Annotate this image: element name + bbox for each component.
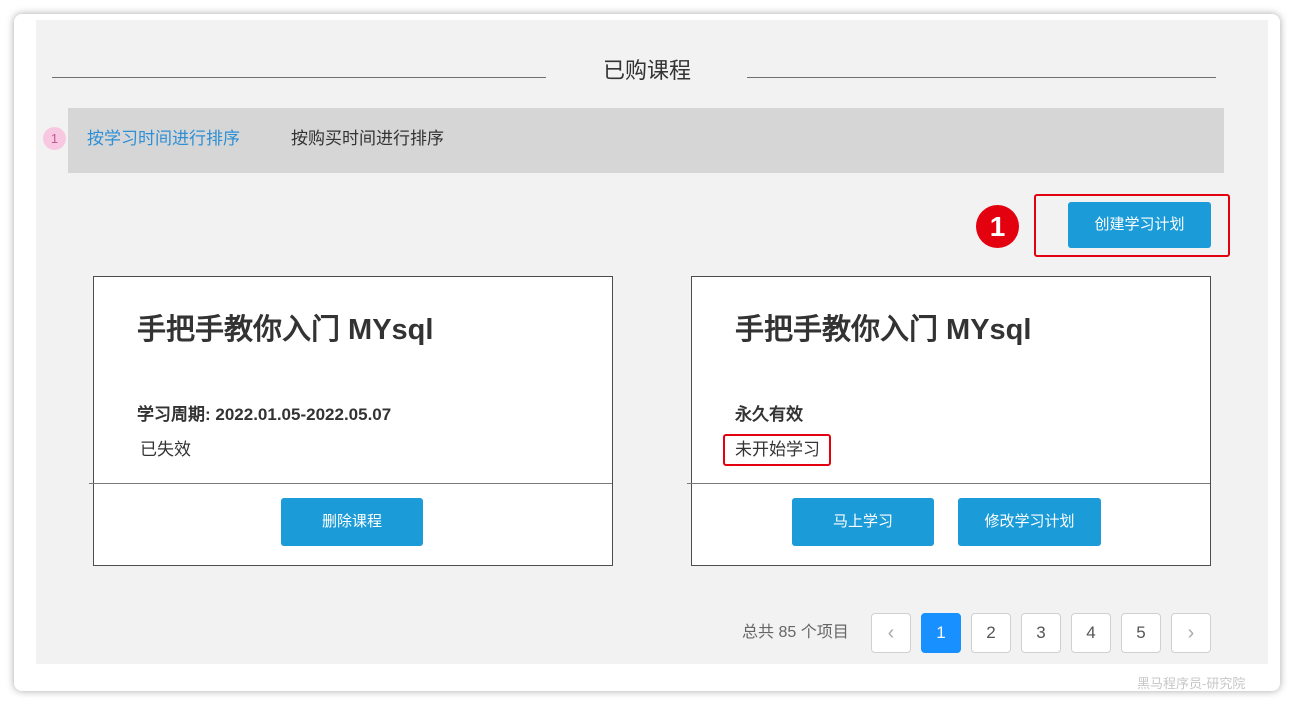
course-title: 手把手教你入门 MYsql — [137, 314, 434, 346]
course-title: 手把手教你入门 MYsql — [735, 314, 1032, 346]
sort-by-study-time[interactable]: 按学习时间进行排序 — [87, 128, 240, 150]
step-marker: 1 — [976, 205, 1019, 248]
page-title: 已购课程 — [602, 58, 691, 83]
course-period: 永久有效 — [735, 405, 803, 424]
edit-study-plan-button[interactable]: 修改学习计划 — [958, 498, 1101, 546]
title-divider-left — [52, 77, 546, 78]
sort-badge: 1 — [43, 127, 66, 150]
page-button-2[interactable]: 2 — [971, 613, 1011, 653]
next-page-icon[interactable]: › — [1171, 613, 1211, 653]
course-period: 学习周期: 2022.01.05-2022.05.07 — [137, 405, 392, 424]
card-divider — [687, 483, 1210, 484]
sort-by-purchase-time[interactable]: 按购买时间进行排序 — [291, 128, 444, 150]
watermark: 黑马程序员-研究院 — [1137, 676, 1246, 691]
page-button-3[interactable]: 3 — [1021, 613, 1061, 653]
start-learning-button[interactable]: 马上学习 — [792, 498, 934, 546]
sort-bar — [68, 108, 1224, 173]
course-card: 手把手教你入门 MYsql 学习周期: 2022.01.05-2022.05.0… — [89, 276, 613, 566]
card-divider — [89, 483, 612, 484]
title-divider-right — [747, 77, 1216, 78]
delete-course-button[interactable]: 删除课程 — [281, 498, 423, 546]
status-highlight — [723, 434, 831, 466]
page-button-4[interactable]: 4 — [1071, 613, 1111, 653]
course-status: 已失效 — [140, 440, 191, 459]
page-button-1[interactable]: 1 — [921, 613, 961, 653]
create-study-plan-button[interactable]: 创建学习计划 — [1068, 202, 1211, 248]
course-card: 手把手教你入门 MYsql 永久有效 未开始学习 马上学习 修改学习计划 — [687, 276, 1211, 566]
page-button-5[interactable]: 5 — [1121, 613, 1161, 653]
prev-page-icon[interactable]: ‹ — [871, 613, 911, 653]
pagination-total: 总共 85 个项目 — [742, 624, 849, 641]
